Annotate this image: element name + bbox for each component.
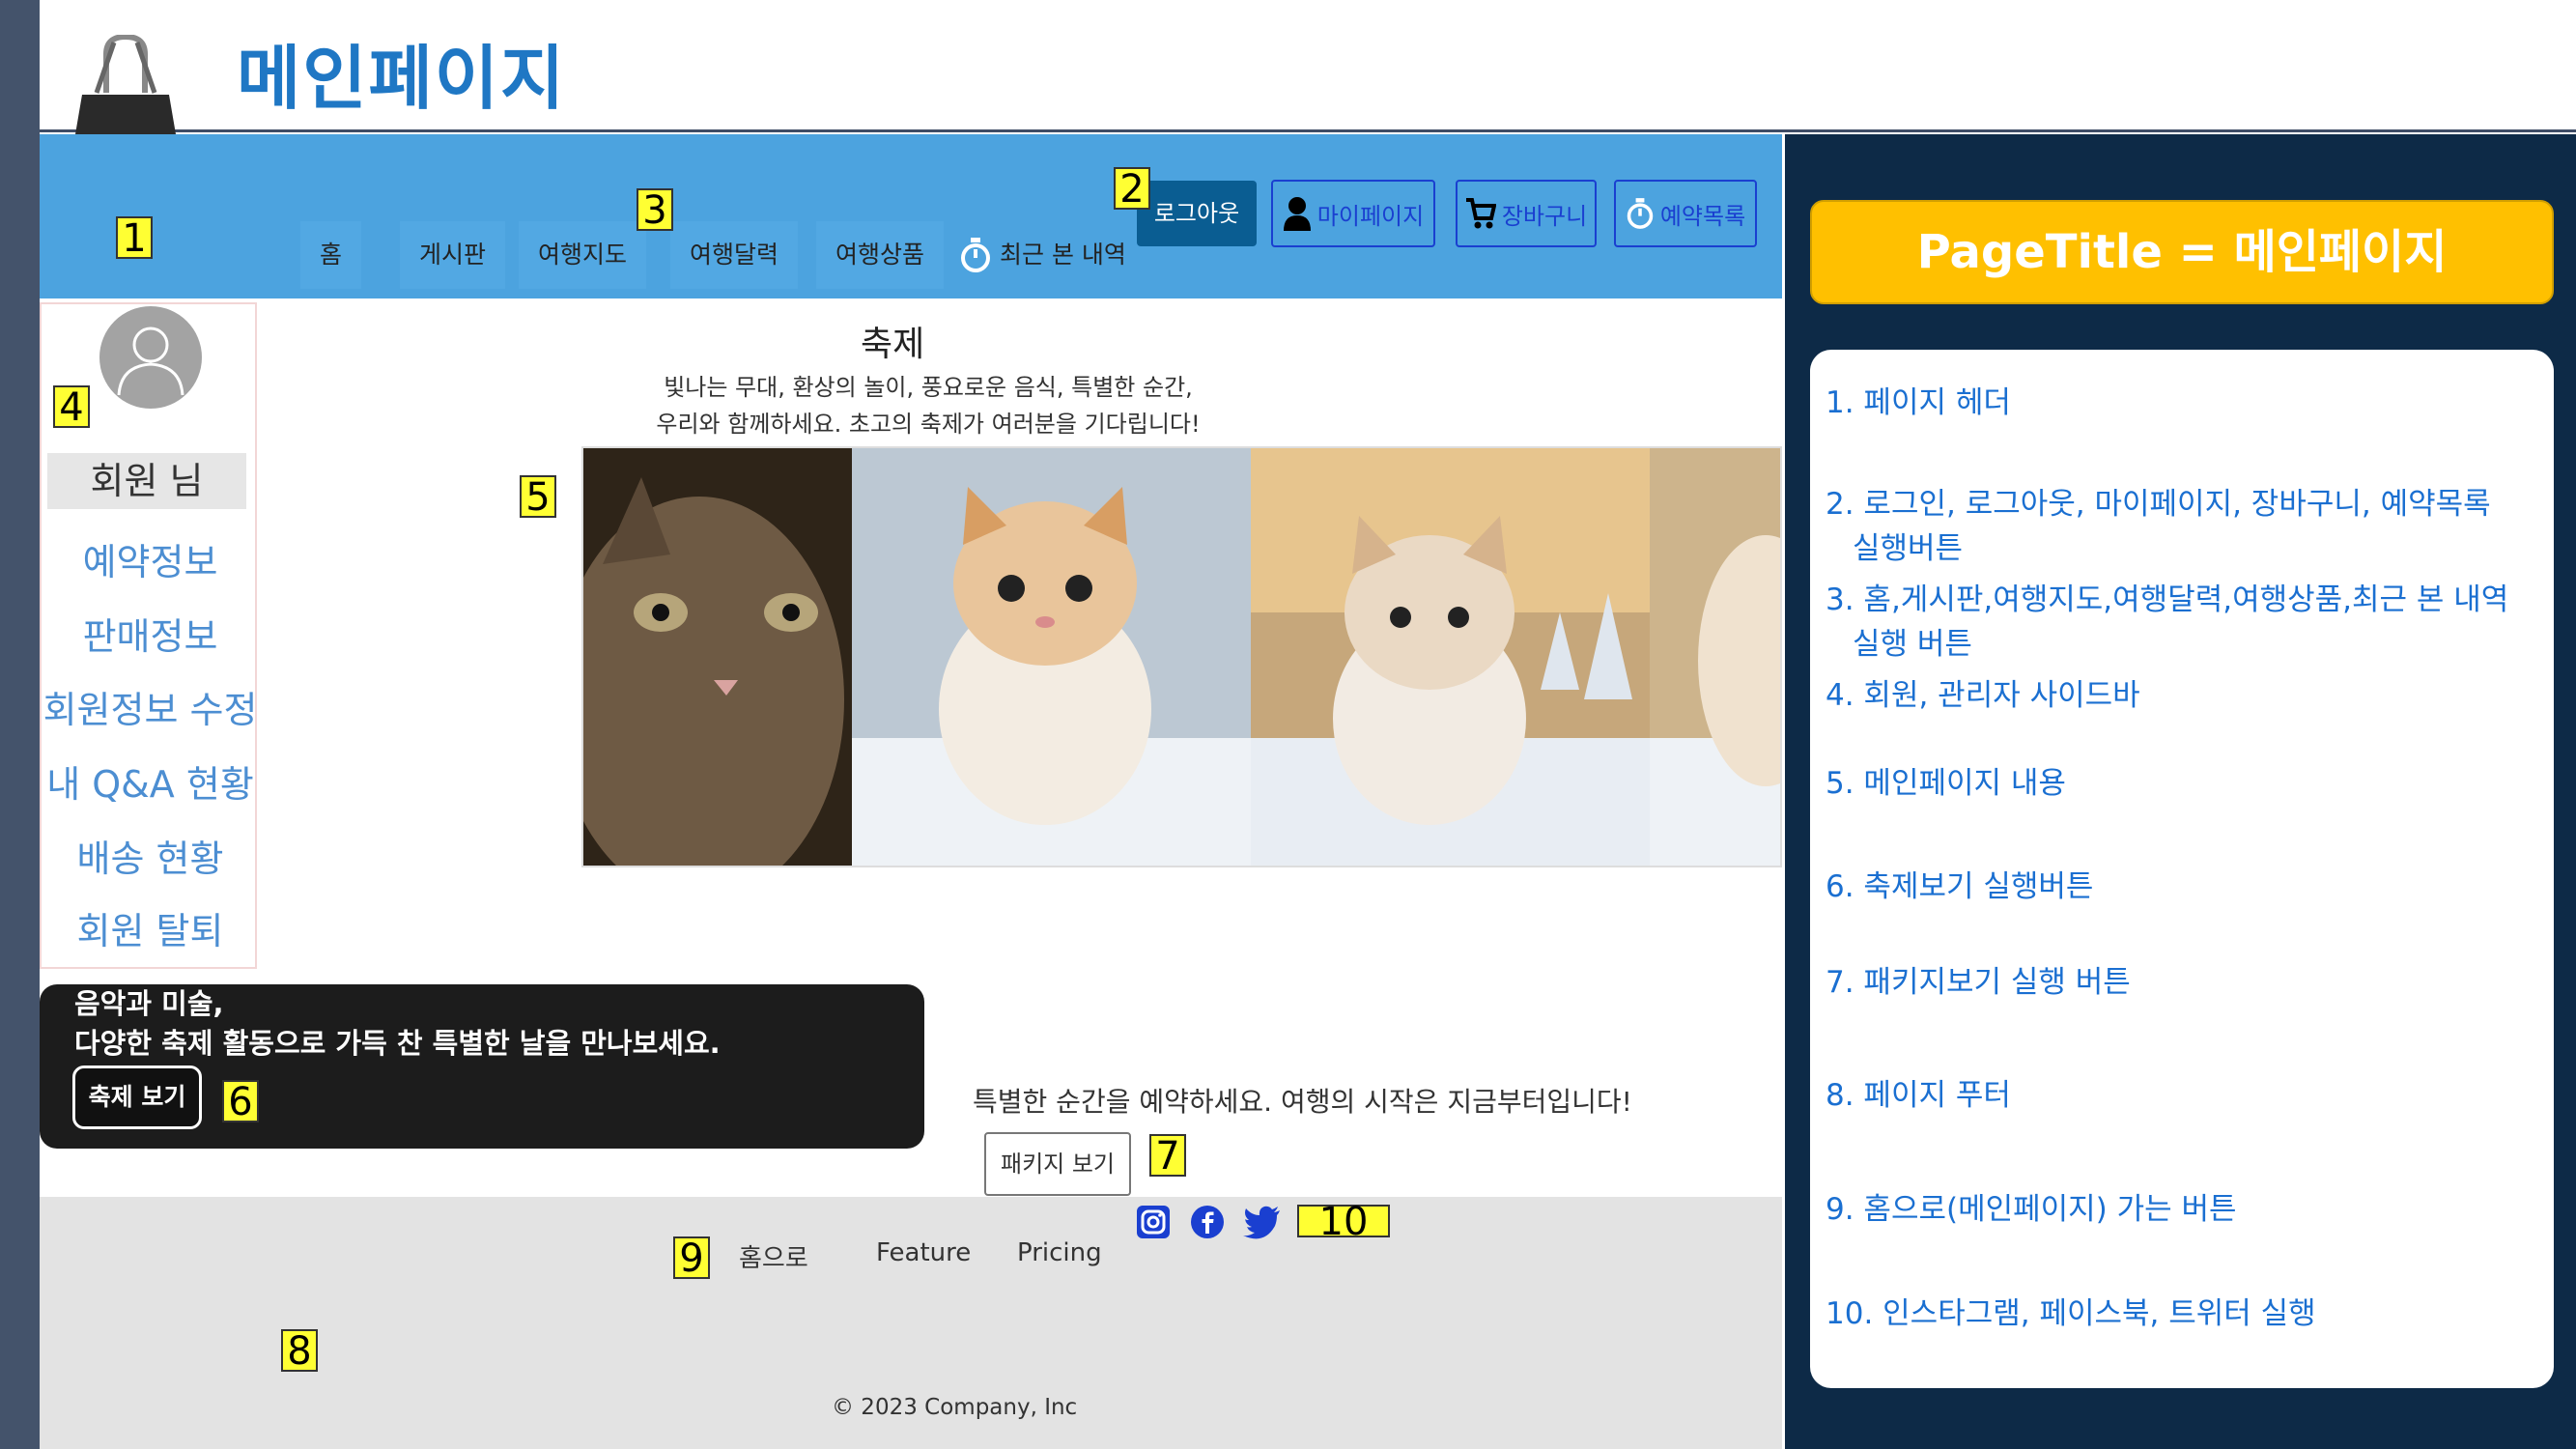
note-5: 5. 메인페이지 내용 [1826, 766, 2066, 801]
cat-photo-4-partial [1650, 448, 1780, 866]
logout-button[interactable]: 로그아웃 [1137, 181, 1257, 246]
instagram-icon[interactable] [1136, 1205, 1171, 1239]
timer-icon [1627, 198, 1654, 229]
festival-promo-banner: 음악과 미술, 다양한 축제 활동으로 가득 찬 특별한 날을 만나보세요. 축… [40, 984, 924, 1149]
festival-desc-line-2: 우리와 함께하세요. 초고의 축제가 여러분을 기다립니다! [656, 411, 1201, 438]
member-name: 회원 님 [47, 453, 246, 509]
annotation-panel: PageTitle = 메인페이지 1. 페이지 헤더 2. 로그인, 로그아웃… [1785, 134, 2576, 1449]
timer-icon [961, 238, 990, 272]
note-2-cont: 실행버튼 [1853, 531, 1964, 566]
page-header: 홈 게시판 여행지도 여행달력 여행상품 최근 본 내역 로그아웃 마이페이지 [40, 134, 1782, 298]
sidebar-item-withdraw[interactable]: 회원 탈퇴 [42, 901, 259, 954]
left-edge-strip [0, 0, 40, 1449]
recent-history-label: 최근 본 내역 [1000, 241, 1126, 269]
web-page-mock: 홈 게시판 여행지도 여행달력 여행상품 최근 본 내역 로그아웃 마이페이지 [40, 134, 1782, 1449]
annotation-marker-6: 6 [222, 1080, 259, 1122]
twitter-icon[interactable] [1243, 1205, 1282, 1239]
user-icon [1283, 197, 1311, 231]
user-avatar-icon [117, 327, 184, 396]
note-3-cont: 실행 버튼 [1853, 627, 1972, 662]
note-7: 7. 패키지보기 실행 버튼 [1826, 965, 2131, 1000]
annotation-marker-2: 2 [1114, 167, 1150, 210]
reserve-text: 특별한 순간을 예약하세요. 여행의 시작은 지금부터입니다! [973, 1086, 1632, 1118]
slide-title: 메인페이지 [237, 38, 567, 119]
sidebar-item-qna[interactable]: 내 Q&A 현황 [42, 754, 259, 808]
avatar [99, 306, 202, 409]
note-8: 8. 페이지 푸터 [1826, 1078, 2011, 1113]
promo-text: 음악과 미술, 다양한 축제 활동으로 가득 찬 특별한 날을 만나보세요. [74, 984, 721, 1064]
cart-button[interactable]: 장바구니 [1456, 180, 1597, 247]
page-title-box: PageTitle = 메인페이지 [1810, 200, 2554, 304]
reservations-label: 예약목록 [1659, 202, 1746, 230]
cat-photo-1 [583, 448, 852, 866]
note-1: 1. 페이지 헤더 [1826, 385, 2011, 420]
reservations-button[interactable]: 예약목록 [1614, 180, 1757, 247]
note-2: 2. 로그인, 로그아웃, 마이페이지, 장바구니, 예약목록 [1826, 487, 2491, 522]
nav-home[interactable]: 홈 [300, 221, 362, 289]
footer-feature-link[interactable]: Feature [876, 1238, 971, 1267]
annotation-marker-9: 9 [673, 1236, 710, 1279]
note-10: 10. 인스타그램, 페이스북, 트위터 실행 [1826, 1296, 2316, 1331]
annotation-marker-8: 8 [281, 1329, 318, 1372]
festival-desc-line-1: 빛나는 무대, 환상의 놀이, 풍요로운 음식, 특별한 순간, [664, 374, 1193, 401]
promo-line-1: 음악과 미술, [74, 987, 224, 1020]
annotation-marker-1: 1 [116, 216, 153, 259]
annotation-marker-7: 7 [1149, 1134, 1186, 1177]
festival-image-carousel[interactable] [581, 446, 1782, 867]
annotation-marker-3: 3 [637, 188, 673, 231]
mypage-button[interactable]: 마이페이지 [1271, 180, 1435, 247]
note-3: 3. 홈,게시판,여행지도,여행달력,여행상품,최근 본 내역 [1826, 582, 2509, 617]
nav-board[interactable]: 게시판 [400, 221, 506, 289]
annotation-marker-4: 4 [53, 385, 90, 428]
festival-title: 축제 [861, 325, 925, 364]
sidebar-item-edit-profile[interactable]: 회원정보 수정 [42, 680, 259, 733]
note-9: 9. 홈으로(메인페이지) 가는 버튼 [1826, 1192, 2237, 1227]
mypage-label: 마이페이지 [1316, 202, 1425, 230]
cat-photo-3 [1251, 448, 1650, 866]
promo-line-2: 다양한 축제 활동으로 가득 찬 특별한 날을 만나보세요. [74, 1027, 721, 1060]
annotation-notes: 1. 페이지 헤더 2. 로그인, 로그아웃, 마이페이지, 장바구니, 예약목… [1810, 350, 2554, 1388]
page-footer: 홈으로 Feature Pricing © 2023 Company, Inc [40, 1197, 1782, 1449]
copyright: © 2023 Company, Inc [832, 1395, 1078, 1420]
cat-photo-2 [852, 448, 1251, 866]
nav-recent-history[interactable]: 최근 본 내역 [940, 221, 1146, 289]
sidebar-item-sales-info[interactable]: 판매정보 [42, 607, 259, 660]
note-4: 4. 회원, 관리자 사이드바 [1826, 678, 2140, 713]
note-6: 6. 축제보기 실행버튼 [1826, 869, 2094, 904]
festival-description: 빛나는 무대, 환상의 놀이, 풍요로운 음식, 특별한 순간, 우리와 함께하… [590, 369, 1266, 442]
nav-travel-calendar[interactable]: 여행달력 [670, 221, 799, 289]
nav-travel-products[interactable]: 여행상품 [816, 221, 945, 289]
facebook-icon[interactable] [1190, 1205, 1225, 1239]
sidebar-item-shipping[interactable]: 배송 현황 [42, 829, 259, 882]
cart-icon [1465, 198, 1496, 229]
annotation-marker-5: 5 [520, 475, 556, 518]
view-festival-button[interactable]: 축제 보기 [72, 1065, 202, 1129]
view-package-button[interactable]: 패키지 보기 [984, 1132, 1131, 1196]
nav-travel-map[interactable]: 여행지도 [519, 221, 647, 289]
cart-label: 장바구니 [1501, 202, 1588, 230]
sidebar-item-reservation-info[interactable]: 예약정보 [42, 532, 259, 585]
footer-pricing-link[interactable]: Pricing [1017, 1238, 1102, 1267]
annotation-marker-10: 10 [1297, 1203, 1390, 1241]
footer-home-link[interactable]: 홈으로 [739, 1238, 808, 1274]
